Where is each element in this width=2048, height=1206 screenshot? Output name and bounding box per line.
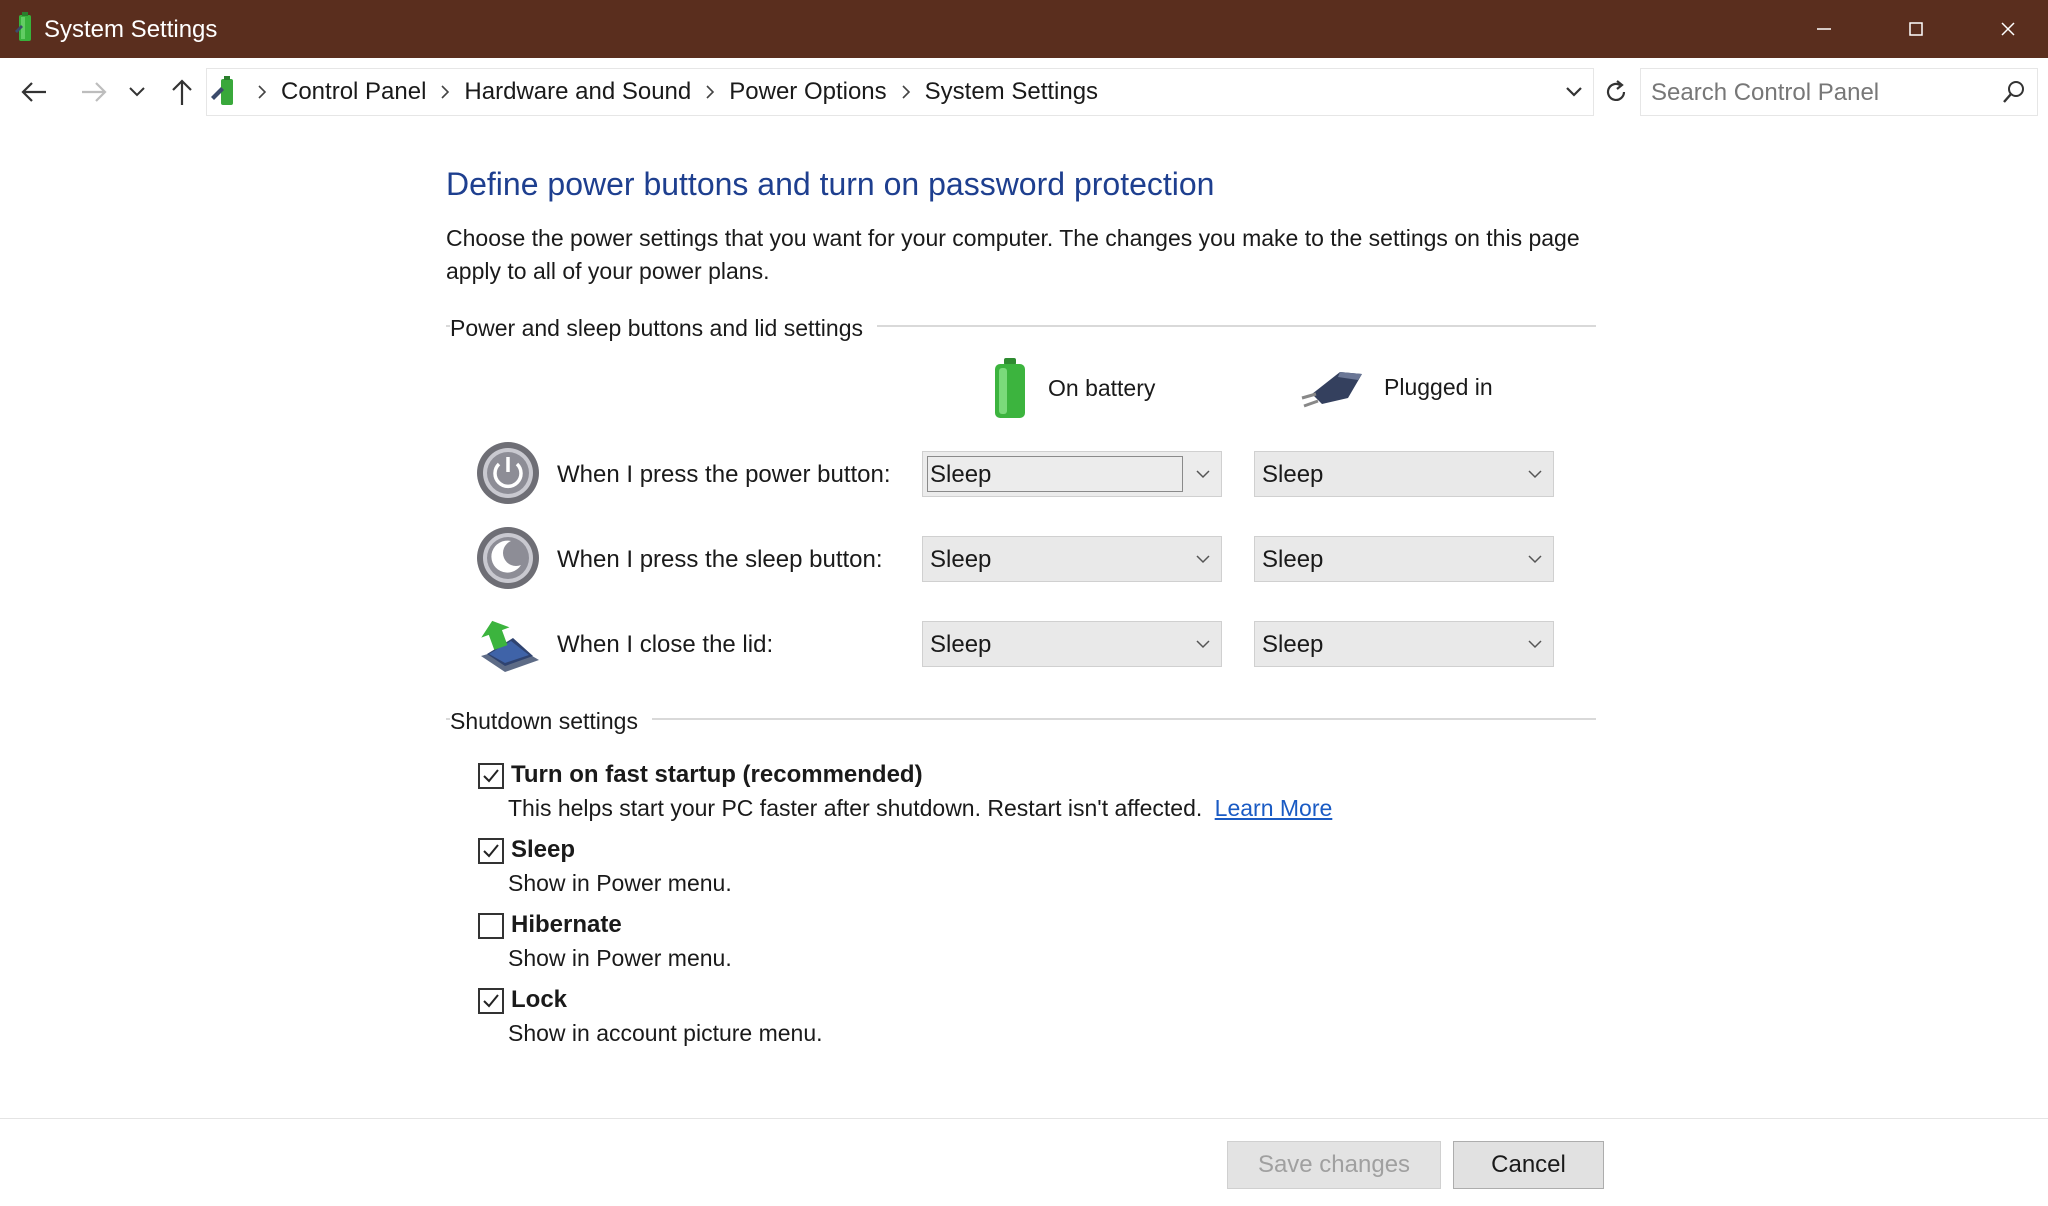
column-on-battery: On battery (990, 356, 1155, 420)
forward-button[interactable] (74, 70, 114, 114)
select-value: Sleep (1262, 546, 1324, 573)
maximize-button[interactable] (1870, 0, 1962, 58)
power-button-battery-select[interactable]: Sleep (922, 451, 1222, 497)
maximize-icon (1909, 22, 1923, 36)
forward-arrow-icon (82, 82, 107, 102)
back-button[interactable] (14, 70, 54, 114)
breadcrumb-separator-icon (441, 85, 450, 99)
select-value: Sleep (930, 546, 992, 573)
chevron-down-icon (1196, 640, 1210, 649)
select-value: Sleep (1262, 631, 1324, 658)
minimize-icon (1817, 28, 1831, 30)
breadcrumb-system-settings[interactable]: System Settings (925, 78, 1098, 106)
recent-locations-button[interactable] (122, 70, 152, 114)
breadcrumb-hardware-and-sound[interactable]: Hardware and Sound (464, 78, 691, 106)
chevron-down-icon (1528, 470, 1542, 479)
back-arrow-icon (21, 82, 46, 102)
cancel-button[interactable]: Cancel (1453, 1141, 1604, 1189)
close-button[interactable] (1962, 0, 2048, 58)
chevron-down-icon (1528, 555, 1542, 564)
window-title: System Settings (44, 16, 218, 43)
up-button[interactable] (162, 70, 202, 114)
sleep-option-description: Show in Power menu. (508, 870, 732, 896)
select-value: Sleep (930, 461, 992, 488)
address-bar[interactable]: Control Panel Hardware and Sound Power O… (206, 68, 1594, 116)
fast-startup-description-row: This helps start your PC faster after sh… (508, 795, 1332, 822)
select-value: Sleep (930, 631, 992, 658)
chevron-down-icon (1196, 555, 1210, 564)
up-arrow-icon (172, 79, 192, 105)
close-lid-plugged-select[interactable]: Sleep (1254, 621, 1554, 667)
sleep-button-label: When I press the sleep button: (557, 546, 883, 573)
power-plug-icon (1301, 372, 1362, 408)
chevron-down-icon (129, 87, 145, 97)
refresh-icon (1606, 80, 1626, 101)
minimize-button[interactable] (1778, 0, 1870, 58)
title-bar: System Settings (0, 0, 2048, 58)
lock-option-title[interactable]: Lock (511, 986, 567, 1014)
checkmark-icon (483, 994, 499, 1008)
lock-checkbox[interactable] (478, 988, 504, 1014)
column-on-battery-label: On battery (1048, 374, 1156, 401)
power-section-label: Power and sleep buttons and lid settings (450, 315, 877, 342)
fast-startup-checkbox[interactable] (478, 763, 504, 789)
save-changes-button[interactable]: Save changes (1227, 1141, 1441, 1189)
learn-more-link[interactable]: Learn More (1215, 795, 1333, 821)
search-input[interactable] (1641, 69, 1993, 117)
power-button-icon (477, 442, 539, 504)
fast-startup-title[interactable]: Turn on fast startup (recommended) (511, 761, 923, 789)
column-plugged-in-label: Plugged in (1384, 373, 1493, 400)
column-plugged-in: Plugged in (1300, 364, 1493, 410)
page-title: Define power buttons and turn on passwor… (446, 166, 1215, 202)
hibernate-option-description: Show in Power menu. (508, 945, 732, 971)
breadcrumb-control-panel[interactable]: Control Panel (281, 78, 426, 106)
search-box (1640, 68, 2038, 117)
breadcrumb-separator-icon (902, 85, 910, 99)
breadcrumb-separator-icon (706, 85, 715, 99)
navigation-bar: Control Panel Hardware and Sound Power O… (0, 58, 2048, 126)
select-value: Sleep (1262, 461, 1324, 488)
breadcrumb-power-options[interactable]: Power Options (729, 78, 886, 106)
shutdown-section-label: Shutdown settings (450, 708, 652, 735)
sleep-option-title[interactable]: Sleep (511, 836, 575, 864)
control-panel-icon (211, 76, 233, 105)
laptop-lid-icon (481, 620, 539, 672)
power-button-plugged-select[interactable]: Sleep (1254, 451, 1554, 497)
page-description: Choose the power settings that you want … (446, 225, 1580, 284)
battery-plug-app-icon (15, 12, 31, 41)
close-lid-battery-select[interactable]: Sleep (922, 621, 1222, 667)
hibernate-checkbox[interactable] (478, 913, 504, 939)
sleep-button-icon (477, 527, 539, 589)
chevron-down-icon (1528, 640, 1542, 649)
sleep-checkbox[interactable] (478, 838, 504, 864)
address-dropdown-icon[interactable] (1561, 79, 1587, 105)
breadcrumb: Control Panel Hardware and Sound Power O… (243, 78, 1098, 106)
close-icon (2001, 22, 2015, 36)
search-icon[interactable] (2001, 79, 2027, 105)
footer-bar: Save changes Cancel (0, 1119, 2048, 1206)
chevron-down-icon (1196, 470, 1210, 479)
checkmark-icon (483, 844, 499, 858)
hibernate-option-title[interactable]: Hibernate (511, 911, 622, 939)
refresh-button[interactable] (1600, 68, 1632, 116)
checkmark-icon (483, 769, 499, 783)
sleep-button-battery-select[interactable]: Sleep (922, 536, 1222, 582)
power-button-label: When I press the power button: (557, 461, 891, 488)
close-lid-label: When I close the lid: (557, 631, 774, 658)
lock-option-description: Show in account picture menu. (508, 1020, 823, 1046)
battery-icon (995, 358, 1025, 418)
fast-startup-description: This helps start your PC faster after sh… (508, 795, 1203, 821)
sleep-button-plugged-select[interactable]: Sleep (1254, 536, 1554, 582)
breadcrumb-separator-icon (258, 85, 267, 99)
